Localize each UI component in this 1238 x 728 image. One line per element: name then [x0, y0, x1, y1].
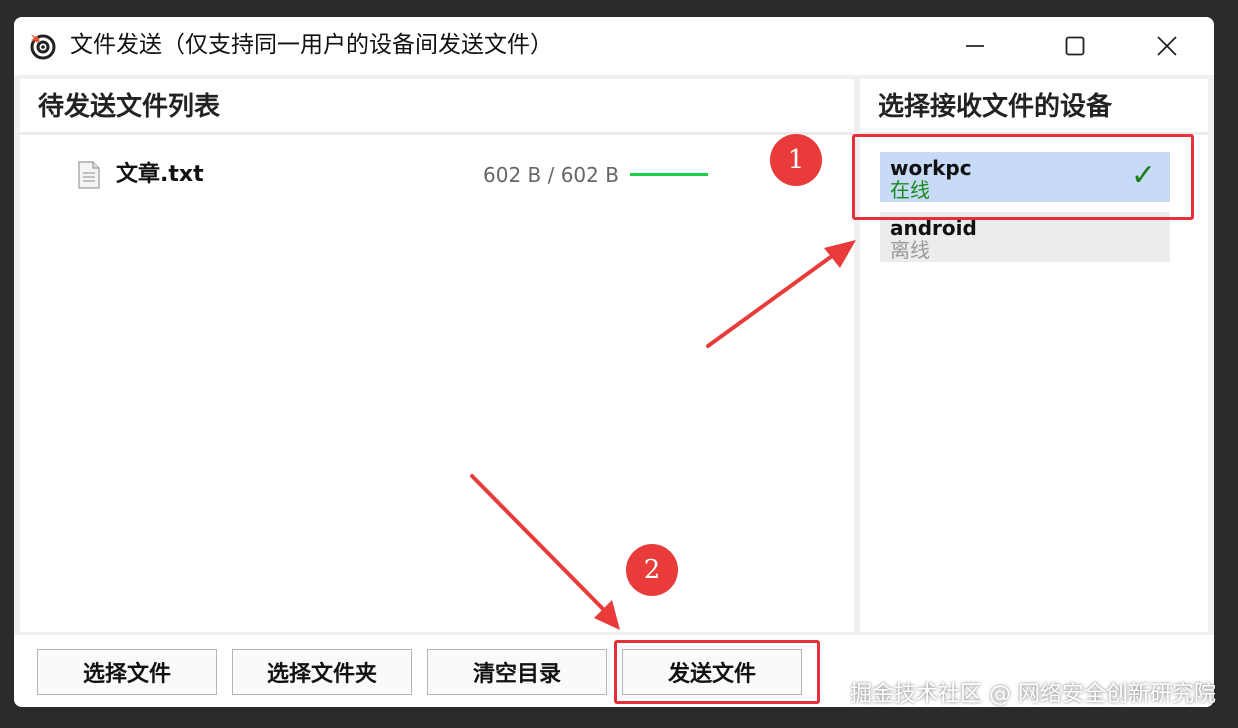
- device-status: 离线: [890, 238, 930, 262]
- text-file-icon: [78, 161, 100, 189]
- select-folder-button[interactable]: 选择文件夹: [232, 649, 412, 695]
- device-name: android: [890, 216, 977, 240]
- file-progress-bar: [630, 173, 708, 176]
- checkmark-icon: ✓: [1130, 158, 1156, 193]
- close-button[interactable]: [1136, 17, 1198, 75]
- device-status: 在线: [890, 178, 930, 202]
- select-file-button[interactable]: 选择文件: [37, 649, 217, 695]
- clear-list-button[interactable]: 清空目录: [427, 649, 607, 695]
- device-list-panel: 选择接收文件的设备 workpc 在线 ✓ android 离线: [860, 79, 1208, 632]
- window-title: 文件发送（仅支持同一用户的设备间发送文件）: [70, 32, 553, 58]
- close-icon: [1157, 36, 1177, 56]
- watermark: 掘金技术社区 @ 网络安全创新研究院: [850, 682, 1216, 707]
- step-badge-1: 1: [770, 134, 822, 186]
- device-name: workpc: [890, 156, 972, 180]
- file-list-item[interactable]: 文章.txt 602 B / 602 B: [20, 155, 854, 195]
- device-item-android[interactable]: android 离线: [880, 212, 1170, 262]
- file-progress-fill: [630, 173, 708, 176]
- maximize-icon: [1065, 36, 1085, 56]
- title-bar: 文件发送（仅支持同一用户的设备间发送文件）: [14, 17, 1214, 75]
- device-item-workpc[interactable]: workpc 在线 ✓: [880, 152, 1170, 202]
- send-file-button[interactable]: 发送文件: [622, 649, 802, 695]
- minimize-button[interactable]: [944, 17, 1006, 75]
- file-send-window: 文件发送（仅支持同一用户的设备间发送文件） 待发送文件列表 文章.txt 602…: [14, 17, 1214, 707]
- target-logo-icon: [30, 34, 56, 60]
- maximize-button[interactable]: [1044, 17, 1106, 75]
- step-badge-2: 2: [626, 544, 678, 596]
- file-size: 602 B / 602 B: [483, 163, 619, 187]
- file-list-title: 待发送文件列表: [20, 79, 854, 135]
- minimize-icon: [966, 45, 984, 47]
- file-name: 文章.txt: [116, 162, 204, 187]
- file-list-panel: 待发送文件列表 文章.txt 602 B / 602 B: [20, 79, 854, 632]
- device-list-title: 选择接收文件的设备: [860, 79, 1208, 135]
